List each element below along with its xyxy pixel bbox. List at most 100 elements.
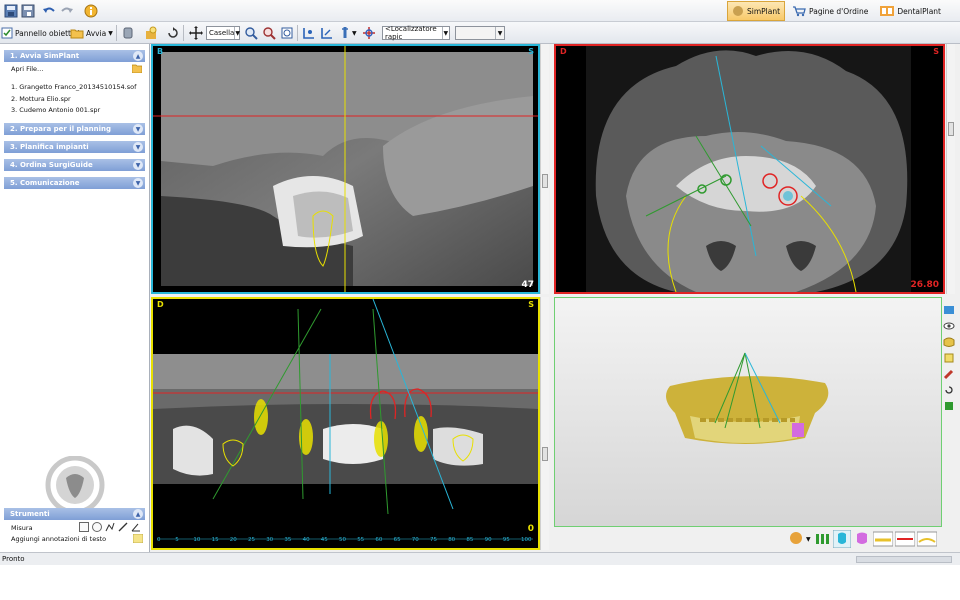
axial-scrollbar[interactable] xyxy=(946,44,955,294)
nerve-icon[interactable] xyxy=(894,530,915,548)
group-communication[interactable]: 5. Comunicazione ▼ xyxy=(4,177,145,189)
chevron-down-icon[interactable]: ▼ xyxy=(806,536,811,543)
line-measure-icon[interactable] xyxy=(118,522,128,532)
sagittal-right-label: S xyxy=(528,47,534,56)
tooth-tool-icon[interactable] xyxy=(119,24,137,42)
chevron-down-icon[interactable]: ▼ xyxy=(133,178,143,188)
secondary-dropdown[interactable]: ▼ xyxy=(455,24,505,42)
save-as-icon[interactable] xyxy=(19,2,37,20)
panoramic-scrollbar[interactable] xyxy=(540,297,549,550)
ruler-label: 85 xyxy=(466,537,474,543)
sagittal-left-label: B xyxy=(157,47,164,56)
implants-icon[interactable] xyxy=(813,530,831,548)
chevron-down-icon[interactable]: ▼ xyxy=(133,160,143,170)
info-icon[interactable] xyxy=(82,2,100,20)
fit-view-icon[interactable] xyxy=(278,24,296,42)
group-plan-implants[interactable]: 3. Planifica impianti ▼ xyxy=(4,141,145,153)
group-start-simplant[interactable]: 1. Avvia SimPlant ▲ xyxy=(4,50,145,62)
layers-icon[interactable] xyxy=(943,304,955,316)
group-prepare-planning[interactable]: 2. Prepara per il planning ▼ xyxy=(4,123,145,135)
pan-icon[interactable] xyxy=(187,24,205,42)
objectives-panel-button[interactable]: Pannello obiettivi xyxy=(1,24,80,42)
3d-model-image xyxy=(666,352,829,444)
box-select-dropdown[interactable]: Casella ▼ xyxy=(206,24,240,42)
chevron-down-icon: ▼ xyxy=(441,27,449,39)
tab-order-pages[interactable]: Pagine d'Ordine xyxy=(787,1,873,21)
undo-icon[interactable] xyxy=(40,2,58,20)
folder-open-icon[interactable] xyxy=(132,64,142,73)
scroll-thumb[interactable] xyxy=(542,174,548,188)
refresh-icon[interactable] xyxy=(943,384,955,396)
ruler-label: 0 xyxy=(157,537,161,543)
wax-up-icon[interactable] xyxy=(872,530,893,548)
reset-view-icon[interactable] xyxy=(943,400,955,412)
status-progress xyxy=(856,556,952,563)
group-order-surgiguide[interactable]: 4. Ordina SurgiGuide ▼ xyxy=(4,159,145,171)
eye-icon[interactable] xyxy=(943,320,955,332)
sagittal-view[interactable]: B S 47 xyxy=(151,44,540,294)
measure-distance-icon[interactable] xyxy=(300,24,318,42)
zoom-in-icon[interactable] xyxy=(242,24,260,42)
axial-view[interactable]: D S 26.80 xyxy=(554,44,945,294)
ruler-label: 30 xyxy=(266,537,274,543)
separator xyxy=(297,25,298,41)
chevron-up-icon[interactable]: ▲ xyxy=(133,509,143,519)
ruler-label: 80 xyxy=(448,537,456,543)
quick-locator-dropdown[interactable]: <Localizzatore rapic ▼ xyxy=(382,24,450,42)
measure-label: Misura xyxy=(11,524,33,532)
panoramic-slice-number: 0 xyxy=(527,524,534,534)
brush-icon[interactable] xyxy=(943,368,955,380)
open-file-link[interactable]: Apri File… xyxy=(11,65,44,73)
mode-tabs: SimPlant Pagine d'Ordine DentalPlant xyxy=(727,1,946,21)
annotation-icon[interactable] xyxy=(133,534,143,543)
tools-header[interactable]: Strumenti ▲ xyxy=(4,508,145,520)
simplant-icon xyxy=(733,6,743,16)
rectangle-measure-icon[interactable] xyxy=(79,522,89,532)
polyline-measure-icon[interactable] xyxy=(105,522,115,532)
arch-icon[interactable] xyxy=(916,530,937,548)
patient-icon[interactable] xyxy=(788,530,804,548)
crosshair-icon[interactable] xyxy=(360,24,378,42)
3d-model-view[interactable] xyxy=(554,297,942,527)
measure-angle-icon[interactable] xyxy=(318,24,336,42)
add-text-annotation-link[interactable]: Aggiungi annotazioni di testo xyxy=(11,535,106,543)
recent-file-2[interactable]: 2. Mottura Elio.spr xyxy=(11,95,71,103)
panoramic-right-label: S xyxy=(528,300,534,309)
chevron-down-icon[interactable]: ▼ xyxy=(133,142,143,152)
axial-left-label: D xyxy=(560,47,567,56)
ruler-label: 95 xyxy=(502,537,510,543)
3d-bottom-tools: ▼ xyxy=(788,528,943,550)
scroll-thumb[interactable] xyxy=(542,447,548,461)
scroll-thumb[interactable] xyxy=(948,122,954,136)
start-button[interactable]: Avvia ▼ xyxy=(70,24,113,42)
auto-setup-icon[interactable] xyxy=(142,24,160,42)
ruler-label: 15 xyxy=(211,537,219,543)
angle-measure-icon[interactable] xyxy=(131,522,141,532)
tab-simplant[interactable]: SimPlant xyxy=(727,1,786,21)
circle-measure-icon[interactable] xyxy=(92,522,102,532)
chevron-down-icon[interactable]: ▼ xyxy=(133,124,143,134)
jaw-icon[interactable] xyxy=(943,336,955,348)
redo-icon[interactable] xyxy=(58,2,76,20)
recent-file-3[interactable]: 3. Cudemo Antonio 001.spr xyxy=(11,106,100,114)
recent-file-1[interactable]: 1. Grangetto Franco_20134510154.sof xyxy=(11,83,136,91)
ruler-label: 40 xyxy=(302,537,310,543)
chevron-up-icon[interactable]: ▲ xyxy=(133,51,143,61)
sagittal-scrollbar[interactable] xyxy=(540,44,549,294)
chevron-down-icon[interactable]: ▼ xyxy=(352,24,357,42)
tooth-purple-icon[interactable] xyxy=(853,530,871,548)
status-text: Pronto xyxy=(2,555,25,563)
save-icon[interactable] xyxy=(2,2,20,20)
teeth-icon[interactable] xyxy=(943,352,955,364)
ruler-label: 90 xyxy=(484,537,492,543)
status-bar: Pronto xyxy=(0,552,960,565)
folder-icon xyxy=(70,29,84,39)
tooth-cyan-icon[interactable] xyxy=(832,530,851,548)
axial-image xyxy=(556,46,943,292)
tab-dentalplant[interactable]: DentalPlant xyxy=(875,1,946,21)
zoom-out-icon[interactable] xyxy=(260,24,278,42)
panoramic-left-label: D xyxy=(157,300,164,309)
panoramic-view[interactable]: 0 5 10 15 20 25 30 35 40 45 50 55 60 65 70 75 80 85 90 95 10… xyxy=(151,297,540,550)
rotate-icon[interactable] xyxy=(164,24,182,42)
3d-side-tools xyxy=(943,300,957,420)
